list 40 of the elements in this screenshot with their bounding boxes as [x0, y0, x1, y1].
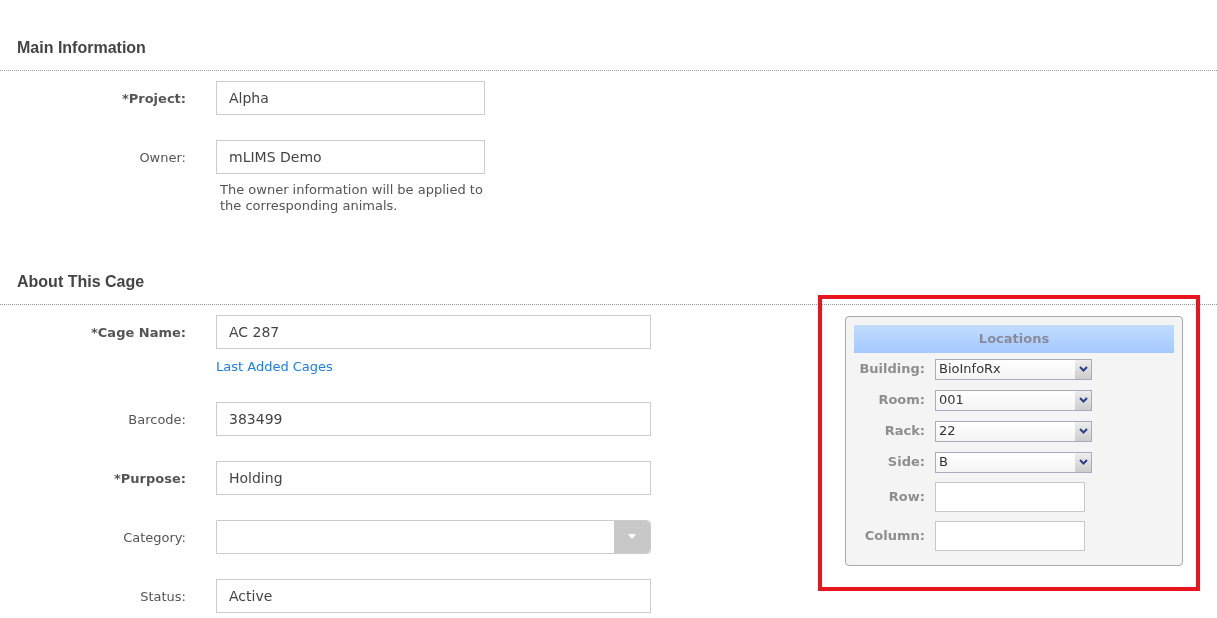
location-label: Column:	[863, 527, 925, 546]
caret-icon	[1078, 366, 1088, 372]
caret-icon	[1078, 397, 1088, 403]
location-dropdown[interactable]: BioInfoRx	[935, 358, 1092, 380]
field-label: Barcode:	[127, 410, 186, 429]
input-field[interactable]: AC 287	[216, 315, 651, 349]
dropdown-value: BioInfoRx	[938, 360, 1002, 379]
caret-icon	[628, 534, 636, 539]
location-label: Side:	[886, 453, 925, 472]
caret-icon	[1078, 428, 1088, 434]
panel-title: Locations	[854, 325, 1174, 353]
location-label: Row:	[887, 488, 925, 507]
input-field[interactable]: Holding	[216, 460, 651, 495]
field-label: *Cage Name:	[90, 324, 186, 342]
location-label: Building:	[858, 360, 925, 379]
location-label: Room:	[877, 391, 925, 410]
location-dropdown[interactable]: 22	[935, 420, 1092, 442]
dropdown-value: B	[938, 453, 949, 472]
field-label: Status:	[139, 587, 186, 606]
location-dropdown[interactable]: B	[935, 451, 1092, 473]
input-field[interactable]	[935, 482, 1085, 512]
category-dropdown[interactable]	[216, 519, 651, 554]
location-label: Rack:	[883, 422, 925, 441]
dropdown-value: 001	[938, 391, 965, 410]
location-dropdown[interactable]: 001	[935, 389, 1092, 411]
section-title: About This Cage	[17, 272, 145, 292]
section-title: Main Information	[17, 38, 146, 58]
field-label: Category:	[122, 528, 186, 547]
caret-icon	[1078, 459, 1088, 465]
field-label: *Project:	[120, 90, 186, 108]
field-label: Owner:	[138, 149, 186, 167]
input-field[interactable]: Alpha	[216, 81, 485, 115]
last-added-cages-link[interactable]: Last Added Cages	[216, 357, 651, 377]
input-field[interactable]	[935, 521, 1085, 551]
input-field[interactable]: 383499	[216, 401, 651, 436]
field-label: *Purpose:	[113, 469, 186, 488]
help-text: The owner information will be applied to the corresponding animals.	[219, 182, 484, 214]
input-field[interactable]: mLIMS Demo	[216, 140, 485, 174]
dropdown-value: 22	[938, 422, 957, 441]
input-field[interactable]: Active	[216, 578, 651, 613]
